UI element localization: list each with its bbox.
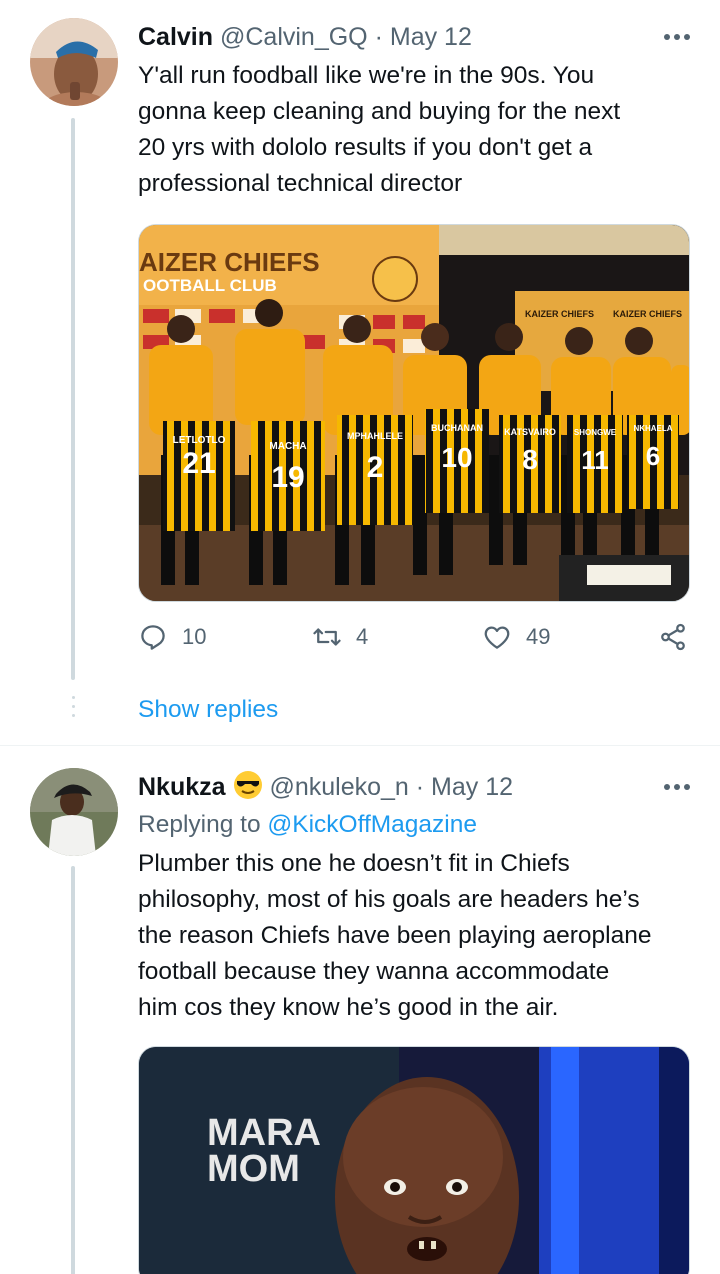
retweet-icon	[313, 628, 341, 646]
tweet-divider	[0, 745, 720, 746]
team-photo: AIZER CHIEFS OOTBALL CLUB KAIZER CHIEFS …	[139, 225, 689, 601]
tweet-text-line: Plumber this one he doesn’t fit in Chief…	[138, 850, 570, 877]
tweet-text-line: 20 yrs with dololo results if you don't …	[138, 134, 593, 161]
more-icon[interactable]	[664, 34, 690, 42]
more-icon[interactable]	[664, 784, 690, 792]
tweet-text-line: the reason Chiefs have been playing aero…	[138, 922, 652, 949]
tweet-text: Plumber this one he doesn’t fit in Chief…	[138, 846, 698, 1026]
retweet-button[interactable]: 4	[312, 622, 368, 652]
jersey-number: 6	[646, 441, 660, 471]
thread-line	[71, 866, 75, 1274]
tweet-header: Calvin @Calvin_GQ · May 12	[138, 20, 472, 54]
jersey-name: NKHAELA	[633, 424, 672, 433]
replying-prefix: Replying to	[138, 811, 261, 838]
avatar-calvin[interactable]	[30, 18, 118, 106]
reply-count: 10	[182, 624, 207, 649]
share-icon	[661, 623, 685, 651]
tweet-photo-meme[interactable]: MARA MOM	[138, 1046, 690, 1274]
tweet-thread-page: Calvin @Calvin_GQ · May 12 Y'all run foo…	[0, 0, 720, 1274]
reply-icon	[141, 625, 165, 650]
jersey-name: BUCHANAN	[431, 423, 483, 433]
tweet-text-line: gonna keep cleaning and buying for the n…	[138, 98, 621, 125]
jersey-number: 10	[441, 442, 472, 473]
jersey-number: 21	[182, 447, 215, 480]
thread-dots	[71, 696, 75, 723]
banner-subtitle: OOTBALL CLUB	[143, 276, 277, 295]
avatar-nkukza[interactable]	[30, 768, 118, 856]
like-count: 49	[526, 624, 551, 649]
thread-line	[71, 118, 75, 680]
jersey-number: 8	[522, 444, 538, 475]
banner-title: AIZER CHIEFS	[139, 247, 320, 277]
replying-to: Replying to @KickOffMagazine	[138, 808, 477, 842]
jersey-name: MACHA	[269, 441, 306, 452]
overlay-text: MOM	[207, 1148, 300, 1190]
separator: ·	[415, 773, 425, 801]
jersey-name: SHONGWE	[574, 428, 617, 437]
reply-button[interactable]: 10	[138, 622, 206, 652]
jersey-name: MPHAHLELE	[347, 431, 403, 441]
like-button[interactable]: 49	[482, 622, 550, 652]
jersey-number: 19	[271, 461, 304, 494]
jersey-name: KATSVAIRO	[504, 427, 556, 437]
jersey-number: 11	[581, 445, 609, 475]
share-button[interactable]	[658, 622, 702, 652]
retweet-count: 4	[356, 624, 369, 649]
tweet-date[interactable]: May 12	[390, 23, 472, 51]
display-name[interactable]: Calvin	[138, 23, 213, 51]
tweet-date[interactable]: May 12	[431, 773, 513, 801]
user-handle[interactable]: @nkuleko_n	[269, 773, 408, 801]
board-text-right: KAIZER CHIEFS	[613, 309, 682, 319]
board-text-left: KAIZER CHIEFS	[525, 309, 594, 319]
jersey-number: 2	[367, 451, 384, 484]
tweet-photo-kaizer-chiefs[interactable]: AIZER CHIEFS OOTBALL CLUB KAIZER CHIEFS …	[138, 224, 690, 602]
tweet-text-line: philosophy, most of his goals are header…	[138, 886, 640, 913]
sunglasses-emoji	[233, 770, 263, 809]
tweet-text-line: him cos they know he’s good in the air.	[138, 994, 559, 1021]
tweet-header: Nkukza @nkuleko_n · May 12	[138, 770, 513, 809]
jersey-name: LETLOTLO	[173, 435, 226, 446]
tweet-text-line: professional technical director	[138, 170, 463, 197]
show-replies-link[interactable]: Show replies	[138, 696, 278, 724]
separator: ·	[374, 23, 383, 51]
replying-mention[interactable]: @KickOffMagazine	[267, 811, 477, 838]
meme-photo: MARA MOM	[139, 1047, 689, 1274]
display-name[interactable]: Nkukza	[138, 773, 226, 801]
tweet-text-line: football because they wanna accommodate	[138, 958, 610, 985]
tweet-text-line: Y'all run foodball like we're in the 90s…	[138, 62, 595, 89]
tweet-text: Y'all run foodball like we're in the 90s…	[138, 58, 698, 202]
tweet-actions: 10 4 49	[138, 622, 694, 666]
heart-icon	[484, 626, 510, 649]
user-handle[interactable]: @Calvin_GQ	[220, 23, 368, 51]
